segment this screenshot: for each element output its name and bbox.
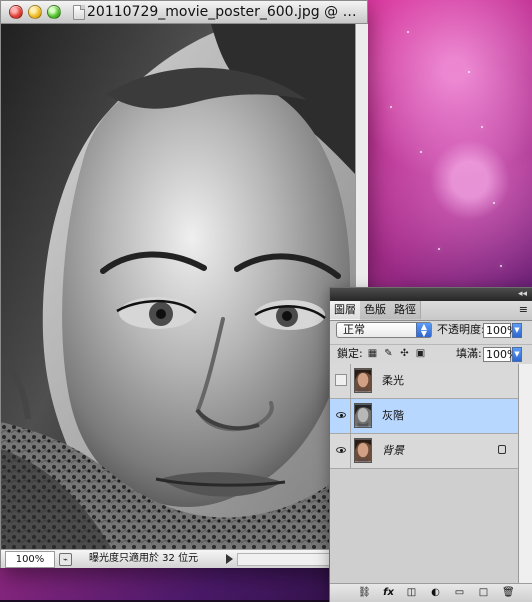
lock-row: 鎖定: ▦ ✎ ✣ ▣ 填滿: 100% ▼ bbox=[330, 344, 532, 365]
zoom-button[interactable] bbox=[47, 5, 61, 19]
opacity-dropdown-button[interactable]: ▼ bbox=[512, 323, 522, 338]
new-layer-icon[interactable]: □ bbox=[478, 587, 489, 598]
fill-field[interactable]: 100% bbox=[483, 347, 517, 362]
portrait-photo bbox=[1, 24, 355, 549]
layer-row-grayscale[interactable]: 灰階 bbox=[330, 399, 518, 434]
visibility-toggle[interactable] bbox=[330, 399, 351, 433]
lock-icon bbox=[498, 445, 506, 454]
status-message: 曝光度只適用於 32 位元 bbox=[89, 553, 199, 564]
chevron-up-down-icon: ▲ ▼ bbox=[416, 323, 431, 338]
panel-tabs: 圖層 色版 路徑 ≡ bbox=[330, 301, 532, 321]
visibility-toggle[interactable] bbox=[330, 364, 351, 398]
star bbox=[407, 31, 409, 33]
layer-thumbnail bbox=[354, 438, 372, 463]
window-title: 20110729_movie_poster_600.jpg @ 100% (灰階… bbox=[87, 4, 363, 20]
adjustment-layer-icon[interactable]: ◐ bbox=[430, 587, 441, 598]
star bbox=[493, 202, 495, 204]
lock-label: 鎖定: bbox=[337, 347, 363, 360]
star bbox=[481, 126, 483, 128]
layer-name: 柔光 bbox=[382, 374, 404, 387]
visibility-toggle[interactable] bbox=[330, 434, 351, 468]
canvas[interactable] bbox=[1, 24, 355, 549]
star bbox=[468, 71, 470, 73]
photoshop-document-window: 20110729_movie_poster_600.jpg @ 100% (灰階… bbox=[0, 0, 368, 568]
minimize-button[interactable] bbox=[28, 5, 42, 19]
folder-icon[interactable]: ▭ bbox=[454, 587, 465, 598]
star bbox=[390, 106, 392, 108]
layers-list: 柔光 灰階 背景 bbox=[330, 364, 532, 583]
lock-all-icon[interactable]: ▣ bbox=[415, 348, 426, 359]
hidden-eye-icon bbox=[335, 374, 347, 386]
opacity-label: 不透明度: bbox=[437, 323, 485, 336]
lock-transparent-pixels-icon[interactable]: ▦ bbox=[367, 348, 378, 359]
star bbox=[438, 248, 440, 250]
mask-icon[interactable]: ◫ bbox=[406, 587, 417, 598]
close-button[interactable] bbox=[9, 5, 23, 19]
lock-position-icon[interactable]: ✣ bbox=[399, 348, 410, 359]
status-bar: 100% ⌁ 曝光度只適用於 32 位元 bbox=[1, 549, 367, 568]
link-layers-icon[interactable]: ⛓ bbox=[358, 587, 371, 598]
tab-channels[interactable]: 色版 bbox=[360, 301, 391, 319]
layers-scrollbar[interactable] bbox=[518, 364, 532, 583]
eye-icon bbox=[336, 447, 346, 453]
lock-image-pixels-icon[interactable]: ✎ bbox=[383, 348, 394, 359]
tab-layers-label: 圖層 bbox=[334, 303, 356, 316]
tab-paths-label: 路徑 bbox=[394, 303, 416, 316]
layers-panel-footer: ⛓ fx ◫ ◐ ▭ □ 🗑 bbox=[330, 583, 532, 602]
document-icon bbox=[73, 5, 85, 20]
star bbox=[420, 151, 422, 153]
status-menu-icon[interactable]: ⌁ bbox=[59, 553, 72, 566]
window-titlebar[interactable]: 20110729_movie_poster_600.jpg @ 100% (灰階… bbox=[1, 1, 367, 24]
layer-row-background[interactable]: 背景 bbox=[330, 434, 518, 469]
layers-panel: ◂◂ 圖層 色版 路徑 ≡ 正常 ▲ ▼ 不透明度: 100% ▼ 鎖定: ▦ ✎… bbox=[329, 287, 532, 602]
tab-layers[interactable]: 圖層 bbox=[330, 301, 361, 320]
status-arrow-icon[interactable] bbox=[226, 554, 233, 564]
trash-icon[interactable]: 🗑 bbox=[502, 587, 515, 598]
layer-name: 背景 bbox=[382, 444, 404, 457]
eye-icon bbox=[336, 412, 346, 418]
opacity-field[interactable]: 100% bbox=[483, 323, 517, 338]
tab-paths[interactable]: 路徑 bbox=[390, 301, 421, 319]
panel-header: ◂◂ bbox=[330, 288, 532, 301]
fill-label: 填滿: bbox=[456, 347, 482, 360]
fx-icon[interactable]: fx bbox=[382, 587, 395, 598]
tab-channels-label: 色版 bbox=[364, 303, 386, 316]
layer-thumbnail bbox=[354, 403, 372, 428]
layer-thumbnail bbox=[354, 368, 372, 393]
collapse-panel-icon[interactable]: ◂◂ bbox=[518, 289, 527, 300]
zoom-level-field[interactable]: 100% bbox=[5, 551, 55, 568]
blend-mode-value: 正常 bbox=[343, 323, 365, 336]
blend-mode-select[interactable]: 正常 ▲ ▼ bbox=[336, 322, 432, 338]
fill-dropdown-button[interactable]: ▼ bbox=[512, 347, 522, 362]
star bbox=[500, 265, 502, 267]
panel-menu-icon[interactable]: ≡ bbox=[519, 303, 528, 317]
layer-row-soft-light[interactable]: 柔光 bbox=[330, 364, 518, 399]
layer-name: 灰階 bbox=[382, 409, 404, 422]
